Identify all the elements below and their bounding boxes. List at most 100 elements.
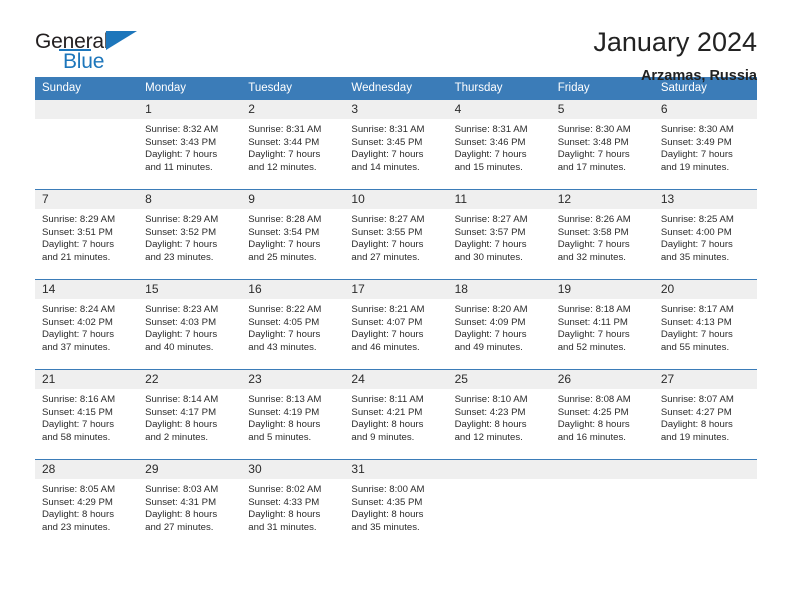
day-number: 10	[344, 190, 448, 209]
calendar-day-cell[interactable]: 15 Sunrise: 8:23 AM Sunset: 4:03 PM Dayligh…	[138, 279, 242, 370]
day-cell-inner: 21 Sunrise: 8:16 AM Sunset: 4:15 PM Dayligh…	[35, 370, 139, 459]
sunrise-text: Sunrise: 8:29 AM	[145, 214, 219, 225]
day-details: Sunrise: 8:18 AM Sunset: 4:11 PM Daylight:…	[551, 299, 654, 354]
day-cell-inner: 11 Sunrise: 8:27 AM Sunset: 3:57 PM Dayligh…	[447, 190, 551, 279]
calendar-day-cell[interactable]: 5 Sunrise: 8:30 AM Sunset: 3:48 PM Daylight…	[550, 99, 654, 190]
calendar-day-cell[interactable]: 16 Sunrise: 8:22 AM Sunset: 4:05 PM Dayligh…	[241, 279, 345, 370]
sunset-text: Sunset: 4:05 PM	[248, 316, 320, 328]
daylight-text-line1: Daylight: 7 hours	[557, 239, 630, 251]
daylight-text-line1: Daylight: 7 hours	[351, 329, 424, 341]
daylight-text-line1: Daylight: 8 hours	[248, 419, 321, 431]
daylight-text-line2: and 9 minutes.	[351, 431, 415, 443]
daylight-text-line2: and 14 minutes.	[351, 161, 420, 173]
day-details: Sunrise: 8:17 AM Sunset: 4:13 PM Daylight:…	[654, 299, 757, 354]
calendar-day-cell[interactable]: 20 Sunrise: 8:17 AM Sunset: 4:13 PM Dayligh…	[653, 279, 757, 370]
daylight-text-line2: and 19 minutes.	[660, 431, 730, 443]
day-number: 7	[35, 190, 139, 209]
column-header-thursday: Thursday	[447, 77, 551, 100]
calendar-day-cell[interactable]: 29 Sunrise: 8:03 AM Sunset: 4:31 PM Dayligh…	[138, 459, 242, 549]
sunset-text: Sunset: 3:55 PM	[351, 226, 423, 238]
day-cell-inner: 27 Sunrise: 8:07 AM Sunset: 4:27 PM Dayligh…	[653, 370, 757, 459]
calendar-day-cell[interactable]: 10 Sunrise: 8:27 AM Sunset: 3:55 PM Dayligh…	[344, 189, 448, 280]
day-cell-inner: 24 Sunrise: 8:11 AM Sunset: 4:21 PM Dayligh…	[344, 370, 448, 459]
sunset-text: Sunset: 3:52 PM	[145, 226, 217, 238]
day-number	[447, 460, 551, 479]
day-number: 9	[241, 190, 345, 209]
sunrise-text: Sunrise: 8:32 AM	[145, 124, 219, 135]
day-details: Sunrise: 8:31 AM Sunset: 3:46 PM Daylight:…	[448, 119, 551, 174]
column-header-sunday: Sunday	[35, 77, 139, 100]
calendar-day-cell[interactable]: 9 Sunrise: 8:28 AM Sunset: 3:54 PM Daylight…	[241, 189, 345, 280]
day-details	[654, 479, 757, 484]
calendar-day-cell[interactable]: 27 Sunrise: 8:07 AM Sunset: 4:27 PM Dayligh…	[653, 369, 757, 460]
day-number	[550, 460, 654, 479]
calendar-day-cell[interactable]: 3 Sunrise: 8:31 AM Sunset: 3:45 PM Daylight…	[344, 99, 448, 190]
calendar-day-cell[interactable]: 11 Sunrise: 8:27 AM Sunset: 3:57 PM Dayligh…	[447, 189, 551, 280]
calendar-day-cell[interactable]: 14 Sunrise: 8:24 AM Sunset: 4:02 PM Dayligh…	[35, 279, 139, 370]
calendar-day-cell[interactable]: 4 Sunrise: 8:31 AM Sunset: 3:46 PM Daylight…	[447, 99, 551, 190]
sunrise-text: Sunrise: 8:30 AM	[557, 124, 631, 135]
calendar-day-cell[interactable]: 26 Sunrise: 8:08 AM Sunset: 4:25 PM Dayligh…	[550, 369, 654, 460]
daylight-text-line1: Daylight: 7 hours	[42, 329, 114, 341]
day-details: Sunrise: 8:32 AM Sunset: 3:43 PM Daylight:…	[138, 119, 241, 174]
calendar-day-cell[interactable]: 23 Sunrise: 8:13 AM Sunset: 4:19 PM Dayligh…	[241, 369, 345, 460]
sunrise-text: Sunrise: 8:18 AM	[557, 304, 631, 315]
day-details: Sunrise: 8:16 AM Sunset: 4:15 PM Daylight:…	[35, 389, 138, 444]
day-cell-inner	[653, 460, 757, 549]
day-cell-inner: 7 Sunrise: 8:29 AM Sunset: 3:51 PM Daylight…	[35, 190, 139, 279]
calendar-day-cell	[653, 459, 757, 549]
calendar-day-cell[interactable]: 17 Sunrise: 8:21 AM Sunset: 4:07 PM Dayligh…	[344, 279, 448, 370]
daylight-text-line2: and 5 minutes.	[248, 431, 312, 443]
brand-logo[interactable]: General Blue	[35, 28, 215, 80]
day-details: Sunrise: 8:07 AM Sunset: 4:27 PM Daylight:…	[654, 389, 757, 444]
day-number: 23	[241, 370, 345, 389]
calendar-day-cell[interactable]: 21 Sunrise: 8:16 AM Sunset: 4:15 PM Dayligh…	[35, 369, 139, 460]
sunset-text: Sunset: 4:09 PM	[454, 316, 526, 328]
calendar-day-cell[interactable]: 1 Sunrise: 8:32 AM Sunset: 3:43 PM Daylight…	[138, 99, 242, 190]
calendar-day-cell[interactable]: 22 Sunrise: 8:14 AM Sunset: 4:17 PM Dayligh…	[138, 369, 242, 460]
day-details	[448, 479, 551, 484]
column-header-monday: Monday	[138, 77, 242, 100]
day-number: 4	[447, 100, 551, 119]
day-number: 12	[550, 190, 654, 209]
daylight-text-line1: Daylight: 8 hours	[145, 509, 218, 521]
calendar-day-cell[interactable]: 31 Sunrise: 8:00 AM Sunset: 4:35 PM Dayligh…	[344, 459, 448, 549]
calendar-day-cell[interactable]: 30 Sunrise: 8:02 AM Sunset: 4:33 PM Dayligh…	[241, 459, 345, 549]
daylight-text-line1: Daylight: 8 hours	[351, 419, 424, 431]
calendar-day-cell[interactable]: 24 Sunrise: 8:11 AM Sunset: 4:21 PM Dayligh…	[344, 369, 448, 460]
sunrise-text: Sunrise: 8:28 AM	[248, 214, 322, 225]
day-cell-inner: 10 Sunrise: 8:27 AM Sunset: 3:55 PM Dayligh…	[344, 190, 448, 279]
calendar-day-cell[interactable]: 28 Sunrise: 8:05 AM Sunset: 4:29 PM Dayligh…	[35, 459, 139, 549]
daylight-text-line2: and 37 minutes.	[42, 341, 111, 353]
day-details: Sunrise: 8:27 AM Sunset: 3:55 PM Daylight:…	[344, 209, 447, 264]
day-number: 15	[138, 280, 242, 299]
day-number: 2	[241, 100, 345, 119]
calendar-day-cell[interactable]: 8 Sunrise: 8:29 AM Sunset: 3:52 PM Daylight…	[138, 189, 242, 280]
daylight-text-line1: Daylight: 7 hours	[42, 239, 114, 251]
daylight-text-line2: and 31 minutes.	[248, 521, 317, 533]
calendar-day-cell[interactable]: 25 Sunrise: 8:10 AM Sunset: 4:23 PM Dayligh…	[447, 369, 551, 460]
day-details: Sunrise: 8:10 AM Sunset: 4:23 PM Daylight:…	[448, 389, 551, 444]
daylight-text-line1: Daylight: 8 hours	[42, 509, 114, 521]
sunset-text: Sunset: 3:48 PM	[557, 136, 629, 148]
calendar-day-cell[interactable]: 19 Sunrise: 8:18 AM Sunset: 4:11 PM Dayligh…	[550, 279, 654, 370]
calendar-day-cell[interactable]: 18 Sunrise: 8:20 AM Sunset: 4:09 PM Dayligh…	[447, 279, 551, 370]
daylight-text-line2: and 2 minutes.	[145, 431, 209, 443]
calendar-day-cell[interactable]: 2 Sunrise: 8:31 AM Sunset: 3:44 PM Daylight…	[241, 99, 345, 190]
sunrise-text: Sunrise: 8:21 AM	[351, 304, 425, 315]
daylight-text-line1: Daylight: 7 hours	[248, 239, 321, 251]
day-details: Sunrise: 8:14 AM Sunset: 4:17 PM Daylight:…	[138, 389, 241, 444]
daylight-text-line2: and 55 minutes.	[660, 341, 730, 353]
day-cell-inner: 8 Sunrise: 8:29 AM Sunset: 3:52 PM Daylight…	[138, 190, 242, 279]
calendar-day-cell[interactable]: 6 Sunrise: 8:30 AM Sunset: 3:49 PM Daylight…	[653, 99, 757, 190]
calendar-day-cell[interactable]: 12 Sunrise: 8:26 AM Sunset: 3:58 PM Dayligh…	[550, 189, 654, 280]
day-number: 31	[344, 460, 448, 479]
daylight-text-line2: and 23 minutes.	[145, 251, 214, 263]
daylight-text-line2: and 19 minutes.	[660, 161, 730, 173]
calendar-week-row: 28 Sunrise: 8:05 AM Sunset: 4:29 PM Dayligh…	[35, 459, 757, 549]
day-details: Sunrise: 8:31 AM Sunset: 3:45 PM Daylight:…	[344, 119, 447, 174]
calendar-page: General Blue January 2024 Arzamas, Russi…	[0, 0, 792, 612]
column-header-wednesday: Wednesday	[344, 77, 448, 100]
calendar-day-cell[interactable]: 13 Sunrise: 8:25 AM Sunset: 4:00 PM Dayligh…	[653, 189, 757, 280]
calendar-day-cell[interactable]: 7 Sunrise: 8:29 AM Sunset: 3:51 PM Daylight…	[35, 189, 139, 280]
